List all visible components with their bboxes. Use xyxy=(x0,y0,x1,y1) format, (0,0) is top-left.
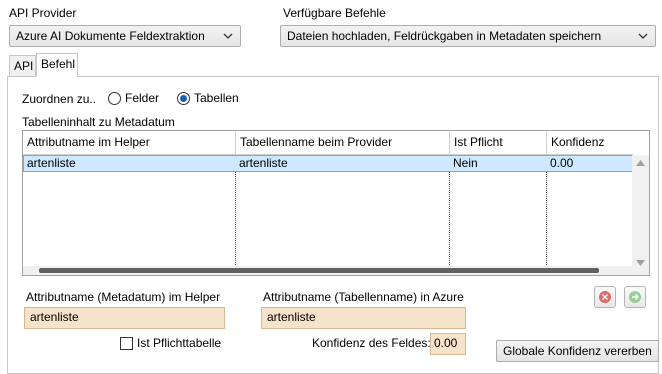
chevron-down-icon xyxy=(637,30,649,42)
cell-required: Nein xyxy=(453,156,478,170)
radio-felder[interactable]: Felder xyxy=(108,91,159,105)
column-header-helper[interactable]: Attributname im Helper xyxy=(23,131,236,155)
available-commands-value: Dateien hochladen, Feldrückgaben in Meta… xyxy=(287,29,602,43)
chevron-down-icon xyxy=(222,30,234,42)
remove-row-button[interactable] xyxy=(594,286,616,308)
vertical-scrollbar[interactable] xyxy=(632,155,649,275)
helper-attribute-input[interactable]: artenliste xyxy=(24,307,225,329)
assign-label: Zuordnen zu.. xyxy=(22,92,97,106)
radio-tabellen[interactable]: Tabellen xyxy=(177,91,239,105)
column-header-required[interactable]: Ist Pflicht xyxy=(450,131,547,155)
radio-indicator xyxy=(108,91,121,105)
tab-api[interactable]: API xyxy=(9,55,36,77)
table-header: Attributname im Helper Tabellenname beim… xyxy=(23,131,633,155)
mapping-table[interactable]: Attributname im Helper Tabellenname beim… xyxy=(22,130,650,276)
required-table-label: Ist Pflichttabelle xyxy=(137,336,222,350)
inherit-global-confidence-button[interactable]: Globale Konfidenz vererben xyxy=(496,340,659,362)
column-divider xyxy=(546,172,547,267)
column-divider xyxy=(235,172,236,267)
remove-icon xyxy=(599,291,611,303)
available-commands-label: Verfügbare Befehle xyxy=(283,6,386,20)
column-header-confidence[interactable]: Konfidenz xyxy=(547,131,633,155)
add-arrow-icon xyxy=(629,291,641,303)
cell-confidence: 0.00 xyxy=(550,156,574,170)
table-section-title: Tabelleninhalt zu Metadatum xyxy=(22,115,175,129)
checkbox-indicator xyxy=(120,336,133,350)
radio-felder-label: Felder xyxy=(125,91,160,105)
scroll-down-icon xyxy=(636,260,645,266)
cell-provider: artenliste xyxy=(239,156,288,170)
required-table-checkbox[interactable]: Ist Pflichttabelle xyxy=(120,336,221,350)
api-provider-select[interactable]: Azure AI Dokumente Feldextraktion xyxy=(9,25,241,47)
radio-tabellen-label: Tabellen xyxy=(194,91,239,105)
column-header-provider[interactable]: Tabellenname beim Provider xyxy=(236,131,450,155)
confidence-label: Konfidenz des Feldes: xyxy=(312,336,431,350)
cell-helper: artenliste xyxy=(27,156,76,170)
horizontal-scrollbar[interactable] xyxy=(23,266,633,275)
tab-befehl[interactable]: Befehl xyxy=(36,53,78,77)
api-provider-label: API Provider xyxy=(9,6,77,20)
scroll-up-icon xyxy=(636,160,645,166)
add-row-button[interactable] xyxy=(624,286,646,308)
api-provider-value: Azure AI Dokumente Feldextraktion xyxy=(16,29,205,43)
radio-indicator xyxy=(177,91,190,105)
confidence-input[interactable]: 0.00 xyxy=(430,333,466,355)
table-row[interactable]: artenliste artenliste Nein 0.00 xyxy=(23,155,633,172)
helper-attribute-label: Attributname (Metadatum) im Helper xyxy=(26,290,221,304)
azure-attribute-input[interactable]: artenliste xyxy=(261,307,466,329)
available-commands-select[interactable]: Dateien hochladen, Feldrückgaben in Meta… xyxy=(280,25,656,47)
column-divider xyxy=(449,172,450,267)
horizontal-scroll-thumb[interactable] xyxy=(39,268,599,273)
azure-attribute-label: Attributname (Tabellenname) in Azure xyxy=(263,290,464,304)
